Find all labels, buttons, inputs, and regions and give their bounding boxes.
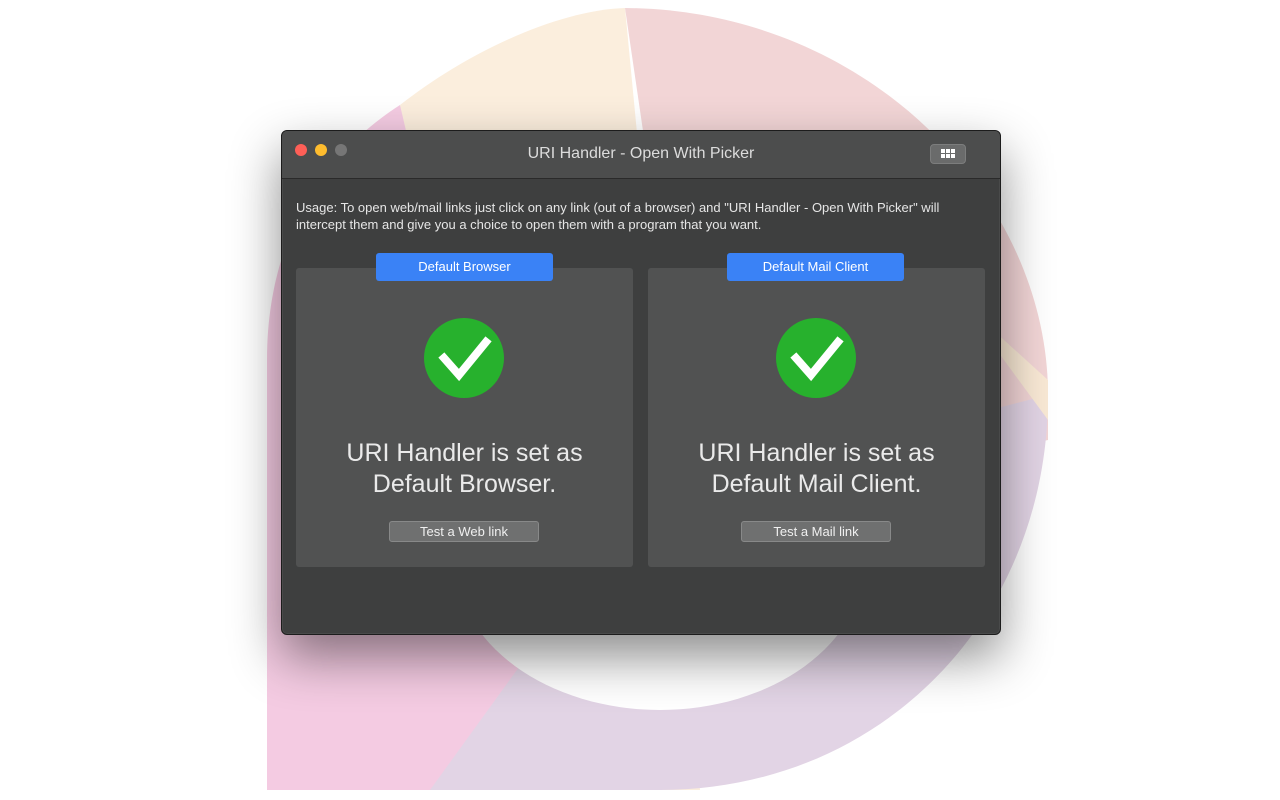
options-menu-button[interactable]	[930, 144, 966, 164]
mail-status-line2: Default Mail Client.	[711, 470, 922, 498]
browser-status-line1: URI Handler is set as	[346, 439, 583, 467]
default-browser-tab[interactable]: Default Browser	[376, 253, 553, 281]
default-mail-client-tab[interactable]: Default Mail Client	[727, 253, 904, 281]
title-bar: URI Handler - Open With Picker	[282, 131, 1000, 179]
checkmark-icon	[424, 318, 504, 398]
app-window: URI Handler - Open With Picker Usage: To…	[281, 130, 1001, 635]
default-mail-panel: URI Handler is set as Default Mail Clien…	[648, 268, 985, 567]
mail-status-text: URI Handler is set as Default Mail Clien…	[648, 438, 985, 500]
test-web-link-button[interactable]: Test a Web link	[389, 521, 539, 542]
checkmark-icon	[776, 318, 856, 398]
window-title: URI Handler - Open With Picker	[527, 145, 755, 162]
default-browser-panel: URI Handler is set as Default Browser. T…	[296, 268, 633, 567]
browser-status-line2: Default Browser.	[372, 470, 557, 498]
test-mail-link-button[interactable]: Test a Mail link	[741, 521, 891, 542]
browser-status-text: URI Handler is set as Default Browser.	[296, 438, 633, 500]
mail-status-line1: URI Handler is set as	[698, 439, 935, 467]
grid-icon	[941, 149, 955, 158]
usage-text: Usage: To open web/mail links just click…	[296, 200, 940, 232]
